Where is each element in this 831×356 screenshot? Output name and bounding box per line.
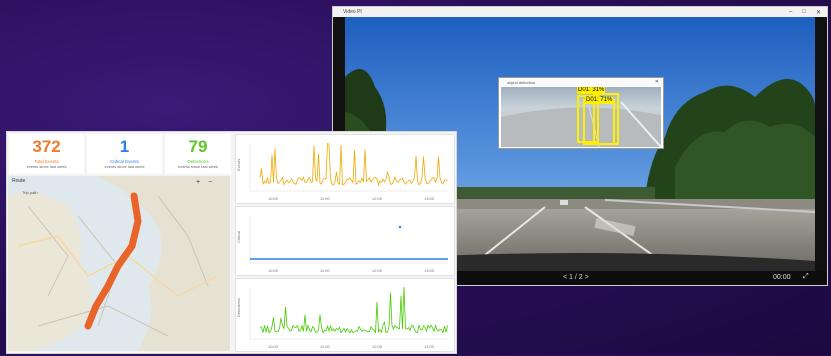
- y-axis-label: Events: [236, 159, 241, 171]
- frame-navigation[interactable]: < 1 / 2 >: [563, 274, 589, 281]
- x-tick-label: 13:00: [424, 196, 435, 201]
- time-label: 00:00: [773, 274, 791, 281]
- x-tick-label: 10:00: [268, 268, 279, 273]
- stat-sub: events since last week: [26, 164, 67, 169]
- series-line: [259, 286, 448, 334]
- video-window-title: Video PI: [343, 9, 362, 15]
- detection-label-1: D01: 31%: [577, 87, 606, 94]
- zoom-in-button[interactable]: +: [196, 179, 200, 186]
- critical-chart[interactable]: Critical 10:00 11:00 12:00 13:00: [235, 206, 455, 276]
- detection-image: D01: 31% D01: 71%: [501, 87, 661, 147]
- events-chart[interactable]: Events 10:00 11:00 12:00 13:00: [235, 134, 455, 204]
- map-legend: Trip path: [22, 190, 38, 195]
- minimize-icon[interactable]: –: [789, 9, 792, 16]
- stat-card-detections[interactable]: 79 Detections events since last week: [165, 134, 231, 174]
- object-detection-window: object detection ✕ D01: 31% D01: 71%: [498, 77, 664, 149]
- stat-card-critical[interactable]: 1 Critical Events events since last week: [87, 134, 162, 174]
- stat-value: 79: [188, 137, 208, 156]
- zoom-out-button[interactable]: −: [208, 179, 212, 186]
- stat-sub: events since last week: [104, 164, 145, 169]
- series-line: [259, 142, 448, 187]
- critical-chart-plot: Critical 10:00 11:00 12:00 13:00: [236, 215, 448, 273]
- detections-chart[interactable]: Detections 10:00 11:00 12:00 13:00: [235, 278, 455, 352]
- close-icon[interactable]: ✕: [816, 9, 821, 16]
- stat-value: 1: [119, 137, 130, 156]
- x-tick-label: 12:00: [372, 344, 383, 349]
- expand-icon[interactable]: ⤢: [803, 273, 809, 281]
- stat-card-total[interactable]: 372 Total Events events since last week: [9, 134, 84, 174]
- detection-close-icon[interactable]: ✕: [655, 79, 659, 85]
- analytics-dashboard: 372 Total Events events since last week …: [6, 131, 457, 354]
- events-chart-plot: Events 10:00 11:00 12:00 13:00: [236, 142, 448, 201]
- x-tick-label: 12:00: [372, 268, 383, 273]
- x-tick-label: 10:00: [268, 196, 279, 201]
- detection-title-bar[interactable]: object detection ✕: [499, 78, 663, 86]
- series-point: [398, 225, 402, 229]
- detection-label-2: D01: 71%: [585, 97, 614, 104]
- detections-chart-plot: Detections 10:00 11:00 12:00 13:00: [236, 286, 448, 349]
- x-tick-label: 11:00: [320, 344, 330, 349]
- y-axis-label: Critical: [236, 231, 241, 243]
- stat-value: 372: [32, 137, 61, 156]
- stat-sub: events since last week: [177, 164, 219, 169]
- x-tick-label: 10:00: [268, 344, 279, 349]
- map-canvas: [8, 176, 230, 351]
- x-tick-label: 13:00: [424, 344, 435, 349]
- y-axis-label: Detections: [236, 298, 241, 317]
- x-tick-label: 11:00: [320, 268, 330, 273]
- x-tick-label: 13:00: [424, 268, 435, 273]
- map-title: Route: [12, 178, 26, 184]
- maximize-icon[interactable]: □: [802, 9, 806, 16]
- detection-window-title: object detection: [507, 79, 536, 85]
- video-title-bar[interactable]: Video PI – □ ✕: [333, 7, 827, 17]
- route-map[interactable]: Route Trip path + −: [8, 176, 230, 351]
- x-tick-label: 11:00: [320, 196, 330, 201]
- x-tick-label: 12:00: [372, 196, 383, 201]
